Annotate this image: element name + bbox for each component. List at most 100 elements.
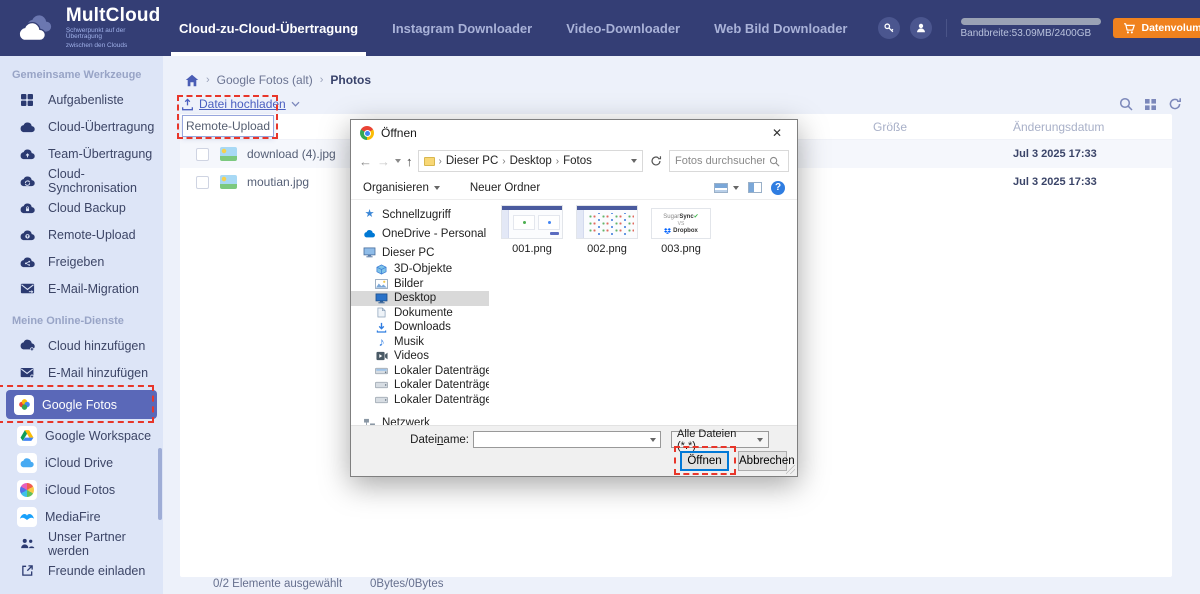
file-item-001[interactable]: 001.png <box>501 205 563 255</box>
dialog-search-input[interactable] <box>675 155 765 167</box>
address-crumb-fotos[interactable]: Fotos <box>563 155 592 167</box>
nav-tab-video-downloader[interactable]: Video-Downloader <box>562 0 684 56</box>
filetype-select[interactable]: Alle Dateien (*.*) <box>671 428 769 452</box>
google-drive-icon <box>17 425 37 446</box>
preview-pane-icon[interactable] <box>748 182 762 193</box>
tree-item-downloads[interactable]: Downloads <box>351 320 489 335</box>
breadcrumb: › Google Fotos (alt) › Photos <box>185 73 371 87</box>
sidebar-item-label: Cloud-Synchronisation <box>48 166 137 195</box>
dialog-search-box[interactable] <box>669 150 789 172</box>
buy-data-button[interactable]: Datenvolumen kaufen <box>1112 18 1200 38</box>
sidebar-item-aufgabenliste[interactable]: Aufgabenliste <box>0 86 163 113</box>
folder-icon <box>423 156 435 166</box>
up-icon[interactable]: ↑ <box>406 154 413 169</box>
sidebar-item-freunde-einladen[interactable]: Freunde einladen <box>0 557 163 584</box>
sidebar-item-remote-upload[interactable]: Remote-Upload <box>0 221 163 248</box>
sidebar-item-icloud-drive[interactable]: iCloud Drive <box>0 449 163 476</box>
sidebar-scrollbar[interactable] <box>158 448 162 520</box>
sidebar-item-partner-werden[interactable]: Unser Partner werden <box>0 530 163 558</box>
address-dropdown-icon[interactable] <box>631 159 637 163</box>
view-mode-button[interactable] <box>714 182 739 193</box>
sidebar-item-email-migration[interactable]: E-Mail-Migration <box>0 275 163 302</box>
sidebar-item-google-workspace[interactable]: Google Workspace <box>0 422 163 449</box>
tree-item-bilder[interactable]: Bilder <box>351 277 489 292</box>
open-button[interactable]: Öffnen <box>680 451 729 471</box>
task-grid-icon <box>17 93 37 107</box>
desktop-icon <box>375 293 388 304</box>
tree-item-dieser-pc[interactable]: Dieser PC <box>351 243 489 262</box>
sidebar-item-google-fotos[interactable]: Google Fotos <box>6 390 157 419</box>
address-bar[interactable]: › Dieser PC › Desktop › Fotos <box>417 150 643 172</box>
file-item-002[interactable]: 002.png <box>576 205 638 255</box>
tree-item-drive-c[interactable]: Lokaler Datenträger (C:) <box>351 364 489 379</box>
tree-item-drive-d[interactable]: Lokaler Datenträger (D:) <box>351 378 489 393</box>
organize-label: Organisieren <box>363 181 429 194</box>
grid-view-icon[interactable] <box>1144 98 1157 111</box>
cancel-button[interactable]: Abbrechen <box>738 451 795 471</box>
tree-item-videos[interactable]: Videos <box>351 349 489 364</box>
resize-grip[interactable] <box>786 465 795 474</box>
upload-menu-item-remote-upload[interactable]: Remote-Upload <box>182 115 274 137</box>
upload-area: Datei hochladen Remote-Upload <box>181 97 300 137</box>
home-icon[interactable] <box>185 74 199 87</box>
tree-item-3d-objekte[interactable]: 3D-Objekte <box>351 262 489 277</box>
drive-icon <box>375 381 388 389</box>
sidebar-item-label: Remote-Upload <box>48 227 136 242</box>
sidebar-item-cloud-backup[interactable]: Cloud Backup <box>0 194 163 221</box>
nav-tab-web-image-downloader[interactable]: Web Bild Downloader <box>710 0 851 56</box>
column-header-modified[interactable]: Änderungsdatum <box>1013 120 1104 134</box>
row-checkbox[interactable] <box>196 175 209 189</box>
sidebar: Gemeinsame Werkzeuge Aufgabenliste Cloud… <box>0 56 163 594</box>
image-thumbnail-icon <box>220 147 237 161</box>
help-icon[interactable]: ? <box>771 180 785 195</box>
search-icon[interactable] <box>1119 97 1133 111</box>
row-checkbox[interactable] <box>196 147 209 161</box>
upload-file-label: Datei hochladen <box>199 97 286 111</box>
filename-input[interactable] <box>474 433 650 446</box>
column-header-size[interactable]: Größe <box>873 120 907 134</box>
address-crumb-desktop[interactable]: Desktop <box>510 155 552 167</box>
nav-tab-cloud-to-cloud[interactable]: Cloud-zu-Cloud-Übertragung <box>170 0 367 56</box>
filename-dropdown-icon[interactable] <box>650 437 656 442</box>
file-modified-date: Jul 3 2025 17:33 <box>1013 175 1097 188</box>
tree-item-schnellzugriff[interactable]: ★ Schnellzugriff <box>351 205 489 224</box>
tree-item-dokumente[interactable]: Dokumente <box>351 306 489 321</box>
tree-item-label: Lokaler Datenträger (E:) <box>394 393 489 406</box>
address-refresh-icon[interactable] <box>648 155 664 167</box>
new-folder-button[interactable]: Neuer Ordner <box>470 182 540 194</box>
upload-file-link[interactable]: Datei hochladen <box>181 97 300 111</box>
file-thumbnail <box>576 205 638 239</box>
cloud-backup-icon <box>17 202 37 214</box>
tree-item-desktop[interactable]: Desktop <box>351 291 489 306</box>
filename-combobox[interactable] <box>473 431 661 448</box>
tree-item-drive-e[interactable]: Lokaler Datenträger (E:) <box>351 393 489 408</box>
key-icon <box>883 22 895 34</box>
file-item-003[interactable]: SugarSync✔ VS Dropbox 003.png <box>651 208 711 255</box>
breadcrumb-current-folder: Photos <box>330 73 372 87</box>
organize-menu-button[interactable]: Organisieren <box>363 182 440 194</box>
breadcrumb-google-fotos[interactable]: Google Fotos (alt) <box>217 73 313 87</box>
sidebar-item-team-uebertragung[interactable]: Team-Übertragung <box>0 140 163 167</box>
sidebar-item-cloud-uebertragung[interactable]: Cloud-Übertragung <box>0 113 163 140</box>
close-icon[interactable]: ✕ <box>766 124 788 142</box>
nav-tab-instagram-downloader[interactable]: Instagram Downloader <box>388 0 536 56</box>
partner-icon <box>17 538 37 549</box>
help-key-button[interactable] <box>877 17 900 39</box>
dialog-title-bar[interactable]: Öffnen ✕ <box>351 120 797 146</box>
account-button[interactable] <box>909 17 932 39</box>
sidebar-item-mediafire[interactable]: MediaFire <box>0 503 163 530</box>
multcloud-logo[interactable]: MultCloud Schwerpunkt auf der Übertragun… <box>0 6 163 50</box>
tree-item-onedrive[interactable]: OneDrive - Personal <box>351 224 489 243</box>
tree-item-musik[interactable]: ♪ Musik <box>351 335 489 350</box>
sidebar-item-email-hinzufuegen[interactable]: E-Mail hinzufügen <box>0 359 163 386</box>
sidebar-item-icloud-fotos[interactable]: iCloud Fotos <box>0 476 163 503</box>
dialog-nav-bar: ← → ↑ › Dieser PC › Desktop › Fotos <box>351 146 797 176</box>
address-crumb-dieser-pc[interactable]: Dieser PC <box>446 155 498 167</box>
sidebar-item-freigeben[interactable]: Freigeben <box>0 248 163 275</box>
history-caret-icon[interactable] <box>395 159 401 163</box>
back-icon[interactable]: ← <box>359 154 372 169</box>
sidebar-item-cloud-synchronisation[interactable]: Cloud-Synchronisation <box>0 166 163 195</box>
refresh-icon[interactable] <box>1168 97 1182 111</box>
sidebar-item-cloud-hinzufuegen[interactable]: Cloud hinzufügen <box>0 332 163 359</box>
sidebar-item-label: Team-Übertragung <box>48 146 153 161</box>
